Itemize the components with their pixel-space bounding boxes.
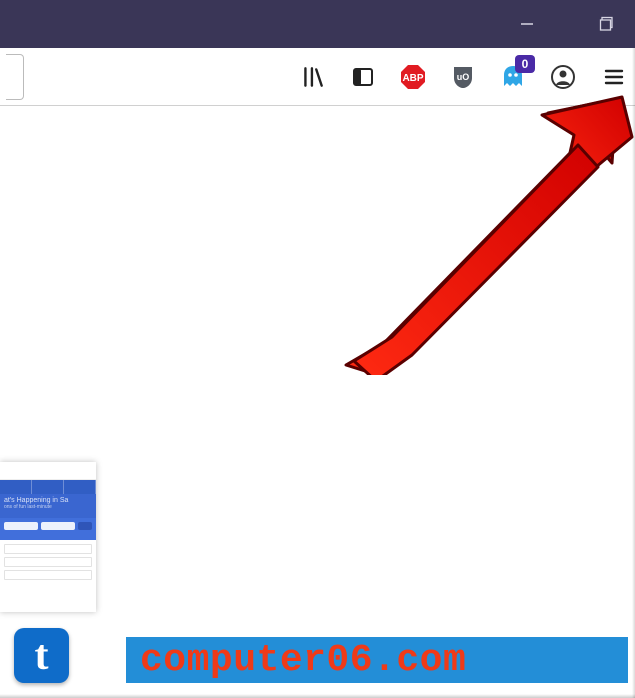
sidebar-button[interactable]	[345, 59, 381, 95]
ublock-origin-button[interactable]: uO	[445, 59, 481, 95]
window-minimize-button[interactable]	[507, 4, 547, 44]
menu-button[interactable]	[599, 59, 629, 95]
adblock-plus-button[interactable]: ABP	[395, 59, 431, 95]
svg-text:uO: uO	[457, 72, 470, 82]
library-button[interactable]	[295, 59, 331, 95]
watermark-text: computer06.com	[140, 639, 466, 682]
urlbar-fragment[interactable]	[6, 54, 24, 100]
preview-subline: ons of fun last-minute	[4, 505, 92, 511]
menu-icon	[603, 66, 625, 88]
page-preview-thumbnail: at's Happening in Sa ons of fun last-min…	[0, 462, 96, 612]
ghostery-button[interactable]: 0	[495, 59, 531, 95]
watermark-bar: computer06.com	[126, 637, 628, 683]
library-icon	[300, 64, 326, 90]
ublock-icon: uO	[450, 64, 476, 90]
site-badge: t	[14, 628, 69, 683]
maximize-icon	[599, 16, 615, 32]
window-maximize-button[interactable]	[587, 4, 627, 44]
window-titlebar	[0, 0, 635, 48]
site-badge-letter: t	[35, 635, 49, 677]
bottom-edge-shadow	[0, 694, 635, 698]
browser-toolbar: ABP uO 0	[0, 48, 635, 106]
account-button[interactable]	[545, 59, 581, 95]
ghostery-badge: 0	[515, 55, 535, 73]
svg-text:ABP: ABP	[402, 73, 423, 84]
minimize-icon	[519, 16, 535, 32]
abp-icon: ABP	[399, 63, 427, 91]
preview-tabs	[0, 480, 96, 494]
sidebar-icon	[351, 65, 375, 89]
toolbar-icon-group: ABP uO 0	[295, 59, 629, 95]
account-icon	[550, 64, 576, 90]
